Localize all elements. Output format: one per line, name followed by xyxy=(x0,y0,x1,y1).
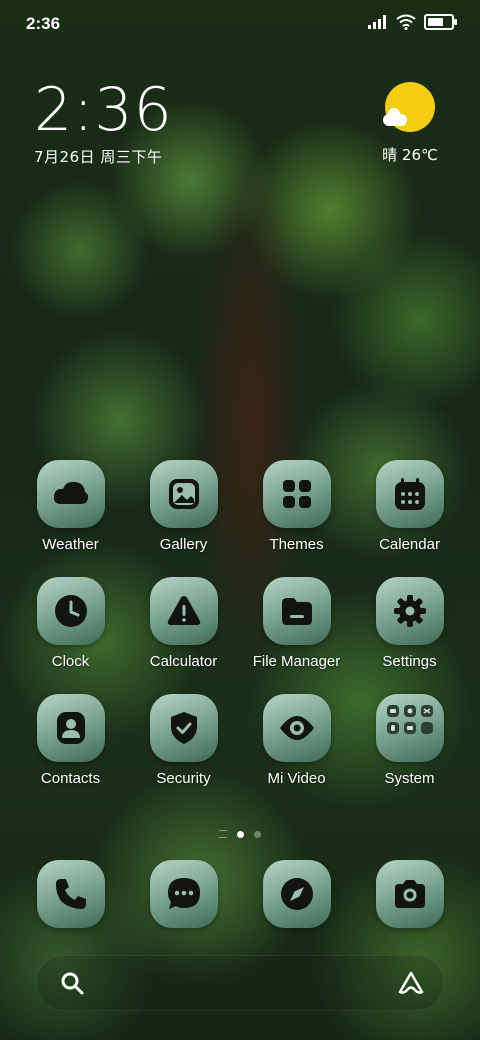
contacts-icon[interactable] xyxy=(36,694,105,762)
app-file-manager[interactable]: File Manager xyxy=(240,577,353,670)
app-calendar[interactable]: Calendar xyxy=(353,460,466,553)
dock-phone[interactable] xyxy=(14,860,127,928)
assistant-icon[interactable] xyxy=(397,970,425,996)
app-label: Calculator xyxy=(149,653,218,670)
app-label: Clock xyxy=(51,653,90,670)
signal-icon xyxy=(368,15,386,29)
app-label: File Manager xyxy=(252,653,341,670)
status-bar: 2:36 xyxy=(0,0,480,50)
phone-icon[interactable] xyxy=(36,860,105,928)
camera-icon[interactable] xyxy=(375,860,444,928)
calculator-icon[interactable] xyxy=(149,577,218,645)
weather-temperature: 晴 26℃ xyxy=(382,146,438,164)
battery-icon xyxy=(424,14,457,30)
gallery-icon[interactable] xyxy=(149,460,218,528)
sunny-weather-icon xyxy=(383,82,435,132)
app-contacts[interactable]: Contacts xyxy=(14,694,127,787)
themes-icon[interactable] xyxy=(262,460,331,528)
dock-browser[interactable] xyxy=(240,860,353,928)
app-mi-video[interactable]: Mi Video xyxy=(240,694,353,787)
page-indicator[interactable] xyxy=(0,830,480,838)
app-calculator[interactable]: Calculator xyxy=(127,577,240,670)
app-clock[interactable]: Clock xyxy=(14,577,127,670)
page-dot-active xyxy=(237,830,244,838)
wifi-icon xyxy=(396,14,416,30)
app-label: Weather xyxy=(42,536,99,553)
app-label: Security xyxy=(156,770,211,787)
search-bar[interactable] xyxy=(36,955,444,1011)
app-settings[interactable]: Settings xyxy=(353,577,466,670)
app-label: Mi Video xyxy=(267,770,326,787)
dock xyxy=(14,860,466,928)
widget-date: 7月26日 周三下午 xyxy=(34,148,163,166)
menu-lines-icon xyxy=(219,830,227,838)
app-label: Contacts xyxy=(40,770,101,787)
app-weather[interactable]: Weather xyxy=(14,460,127,553)
app-themes[interactable]: Themes xyxy=(240,460,353,553)
app-security[interactable]: Security xyxy=(127,694,240,787)
gear-icon[interactable] xyxy=(375,577,444,645)
app-label: Settings xyxy=(382,653,437,670)
dock-camera[interactable] xyxy=(353,860,466,928)
app-label: Themes xyxy=(269,536,324,553)
app-label: Gallery xyxy=(159,536,208,553)
clock-widget[interactable]: 2:36 7月26日 周三下午 xyxy=(34,78,173,167)
messages-icon[interactable] xyxy=(149,860,218,928)
weather-widget[interactable]: 晴 26℃ xyxy=(374,82,446,165)
shield-icon[interactable] xyxy=(149,694,218,762)
dock-messages[interactable] xyxy=(127,860,240,928)
app-label: System xyxy=(384,770,435,787)
calendar-icon[interactable] xyxy=(375,460,444,528)
app-grid: Weather Gallery Themes Calendar Clock Ca… xyxy=(14,460,466,787)
weather-icon[interactable] xyxy=(36,460,105,528)
clock-icon[interactable] xyxy=(36,577,105,645)
status-icons xyxy=(368,14,457,30)
widget-time: 2:36 xyxy=(34,75,173,145)
file-manager-icon[interactable] xyxy=(262,577,331,645)
folder-icon[interactable] xyxy=(375,694,444,762)
app-gallery[interactable]: Gallery xyxy=(127,460,240,553)
status-time: 2:36 xyxy=(26,14,61,33)
page-dot xyxy=(254,830,261,838)
eye-icon[interactable] xyxy=(262,694,331,762)
app-system-folder[interactable]: System xyxy=(353,694,466,787)
app-label: Calendar xyxy=(379,536,440,553)
search-icon[interactable] xyxy=(59,970,85,996)
compass-icon[interactable] xyxy=(262,860,331,928)
